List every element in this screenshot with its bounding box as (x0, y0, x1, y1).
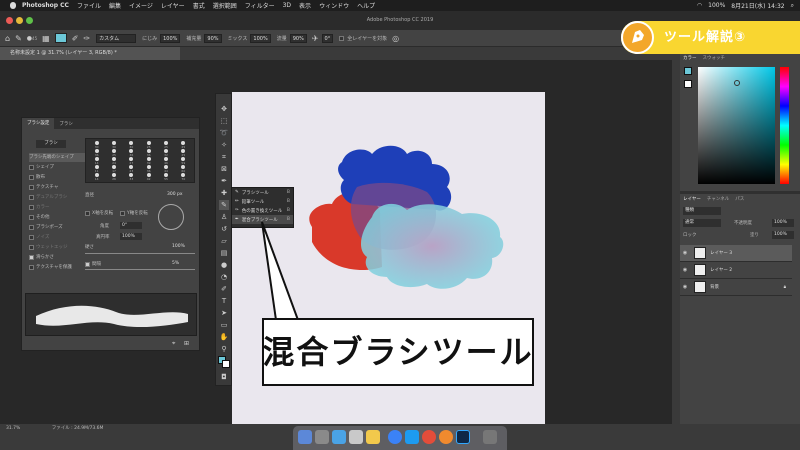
screen: Photoshop CC ファイル 編集 イメージ レイヤー 書式 選択範囲 フ… (0, 0, 800, 450)
callout-text: 混合ブラシツール (262, 333, 534, 371)
